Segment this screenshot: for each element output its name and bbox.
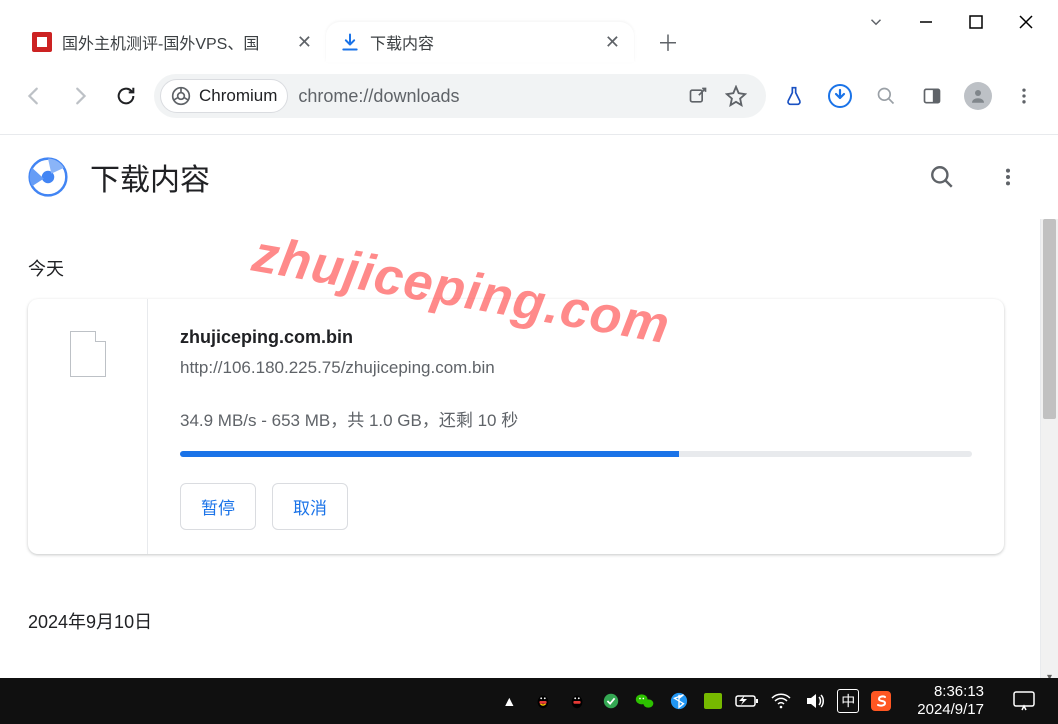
url-text: chrome://downloads <box>298 86 670 107</box>
wechat-icon[interactable] <box>633 689 657 713</box>
tab-title: 下载内容 <box>370 30 595 54</box>
file-icon <box>70 331 106 377</box>
taskbar: ▲ 中 <box>0 678 1058 724</box>
downloads-toolbar-icon[interactable] <box>822 78 858 114</box>
dropdown-icon[interactable] <box>864 10 888 34</box>
clock-time: 8:36:13 <box>917 683 984 701</box>
favicon-icon <box>32 32 52 52</box>
download-icon <box>340 32 360 52</box>
tab-title: 国外主机测评-国外VPS、国 <box>62 30 287 54</box>
profile-avatar[interactable] <box>960 78 996 114</box>
bluetooth-icon[interactable] <box>667 689 691 713</box>
battery-icon[interactable] <box>735 689 759 713</box>
tab-active-downloads[interactable]: 下载内容 ✕ <box>326 22 634 62</box>
reload-button[interactable] <box>108 78 144 114</box>
cancel-button[interactable]: 取消 <box>272 483 348 530</box>
nvidia-icon[interactable] <box>701 689 725 713</box>
download-filename[interactable]: zhujiceping.com.bin <box>180 327 972 348</box>
close-tab-icon[interactable]: ✕ <box>605 32 620 53</box>
address-bar[interactable]: Chromium chrome://downloads <box>154 74 766 118</box>
search-downloads-icon[interactable] <box>920 155 964 199</box>
progress-bar <box>180 451 972 457</box>
close-window-button[interactable] <box>1014 10 1038 34</box>
tray-overflow-icon[interactable]: ▲ <box>497 689 521 713</box>
sogou-icon[interactable] <box>869 689 893 713</box>
page-title: 下载内容 <box>90 155 898 199</box>
download-status: 34.9 MB/s - 653 MB，共 1.0 GB，还剩 10 秒 <box>180 406 972 431</box>
kebab-menu-icon[interactable] <box>1006 78 1042 114</box>
back-button[interactable] <box>16 78 52 114</box>
tab-inactive[interactable]: 国外主机测评-国外VPS、国 ✕ <box>18 22 326 62</box>
labs-icon[interactable] <box>776 78 812 114</box>
new-tab-button[interactable]: ＋ <box>650 24 686 60</box>
maximize-button[interactable] <box>964 10 988 34</box>
notifications-icon[interactable] <box>1010 687 1038 715</box>
chromium-icon <box>171 86 191 106</box>
clock[interactable]: 8:36:13 2024/9/17 <box>903 683 994 719</box>
site-info-chip[interactable]: Chromium <box>160 79 288 113</box>
chromium-logo-icon <box>28 157 68 197</box>
scroll-thumb[interactable] <box>1043 219 1056 419</box>
side-panel-icon[interactable] <box>914 78 950 114</box>
wifi-icon[interactable] <box>769 689 793 713</box>
share-icon[interactable] <box>680 78 716 114</box>
downloads-content: 今天 zhujiceping.com.bin http://106.180.22… <box>0 219 1058 686</box>
downloads-header: 下载内容 <box>0 135 1058 219</box>
download-card: zhujiceping.com.bin http://106.180.225.7… <box>28 299 1004 554</box>
forward-button[interactable] <box>62 78 98 114</box>
pause-button[interactable]: 暂停 <box>180 483 256 530</box>
progress-fill <box>180 451 679 457</box>
more-menu-icon[interactable] <box>986 155 1030 199</box>
status-ok-icon[interactable] <box>599 689 623 713</box>
qq-icon-2[interactable] <box>565 689 589 713</box>
minimize-button[interactable] <box>914 10 938 34</box>
scrollbar[interactable]: ▴ ▾ <box>1040 219 1058 686</box>
file-thumbnail <box>28 299 148 554</box>
browser-toolbar: Chromium chrome://downloads <box>0 66 1058 135</box>
omnibox-actions <box>680 78 760 114</box>
section-older: 2024年9月10日 <box>28 608 1030 634</box>
qq-icon[interactable] <box>531 689 555 713</box>
window-controls <box>864 0 1058 34</box>
ime-label: 中 <box>841 691 855 711</box>
volume-icon[interactable] <box>803 689 827 713</box>
clock-date: 2024/9/17 <box>917 701 984 719</box>
search-toolbar-icon[interactable] <box>868 78 904 114</box>
system-tray: ▲ 中 <box>489 683 1058 719</box>
site-info-label: Chromium <box>199 86 277 106</box>
section-today: 今天 <box>28 255 1030 281</box>
ime-indicator[interactable]: 中 <box>837 689 859 713</box>
download-url[interactable]: http://106.180.225.75/zhujiceping.com.bi… <box>180 358 972 378</box>
close-tab-icon[interactable]: ✕ <box>297 32 312 53</box>
bookmark-icon[interactable] <box>718 78 754 114</box>
